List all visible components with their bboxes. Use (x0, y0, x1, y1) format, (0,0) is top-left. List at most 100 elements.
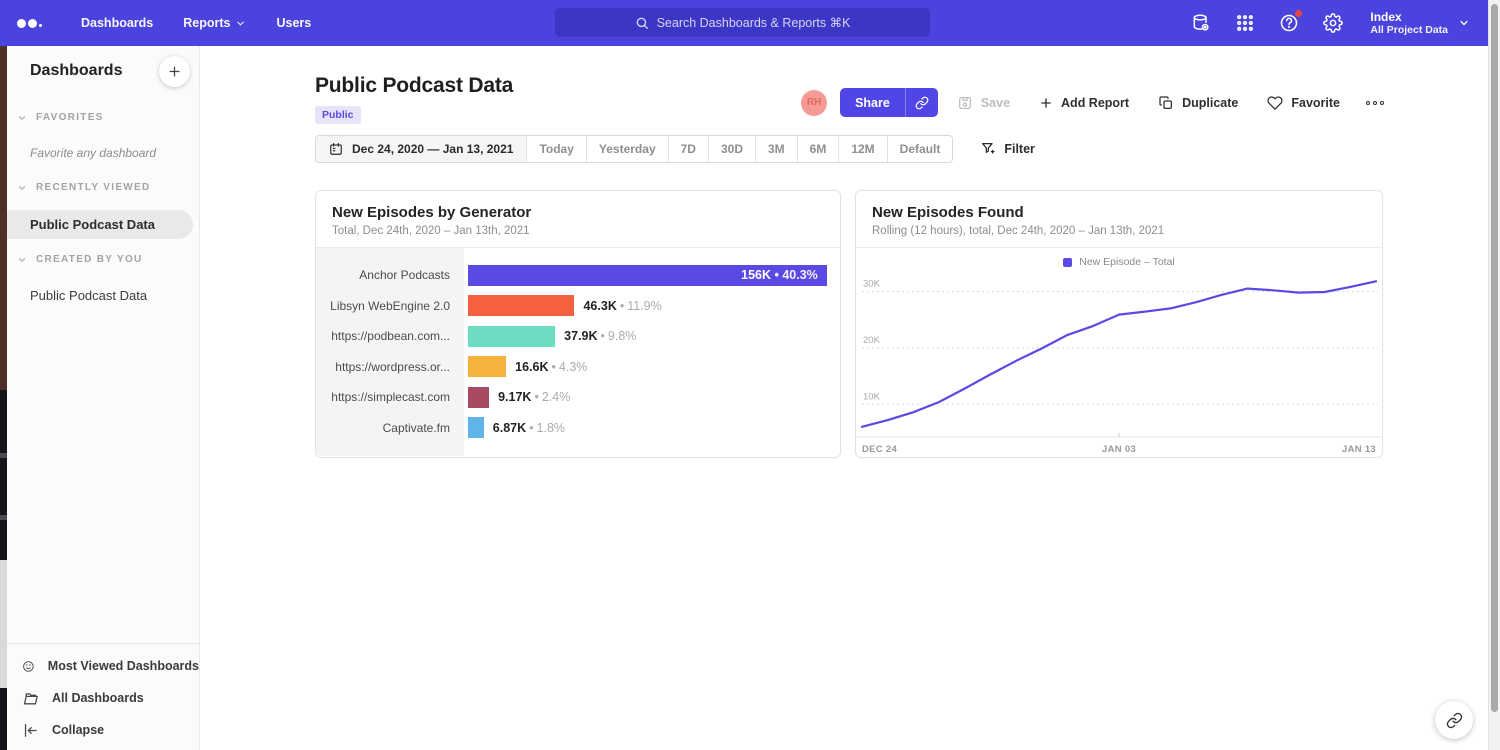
all-dashboards-button[interactable]: All Dashboards (7, 682, 199, 714)
section-favorites[interactable]: FAVORITES (7, 112, 199, 123)
sidebar-footer: Most Viewed Dashboards All Dashboards Co… (7, 643, 199, 746)
footer-item-label: Collapse (52, 723, 104, 737)
bar-track: 156K • 40.3% (464, 265, 840, 286)
date-range-picker[interactable]: Dec 24, 2020 — Jan 13, 2021 (316, 136, 526, 162)
smiley-icon (22, 658, 35, 675)
bar-category-label[interactable]: https://podbean.com... (316, 329, 464, 343)
svg-text:DEC 24: DEC 24 (862, 444, 897, 455)
help-icon[interactable] (1278, 12, 1300, 34)
bar-row: https://simplecast.com9.17K•2.4% (316, 382, 840, 413)
bar-category-label[interactable]: https://wordpress.or... (316, 360, 464, 374)
chevron-down-icon (17, 255, 27, 265)
bar-rows: Anchor Podcasts 156K • 40.3% Libsyn WebEng… (316, 260, 840, 443)
nav-item-dashboards[interactable]: Dashboards (81, 16, 153, 30)
bar-segment[interactable] (468, 356, 506, 377)
bar-category-label[interactable]: Libsyn WebEngine 2.0 (316, 299, 464, 313)
date-toolbar: Dec 24, 2020 — Jan 13, 2021 TodayYesterd… (315, 135, 1035, 163)
preset-yesterday[interactable]: Yesterday (586, 136, 668, 162)
card-header[interactable]: New Episodes by Generator Total, Dec 24t… (316, 191, 840, 248)
preset-today[interactable]: Today (526, 136, 585, 162)
notification-badge (1294, 9, 1303, 18)
preset-12m[interactable]: 12M (838, 136, 886, 162)
project-subtitle: All Project Data (1370, 24, 1448, 37)
project-selector[interactable]: Index All Project Data (1370, 10, 1470, 37)
scrollbar-thumb[interactable] (1491, 4, 1498, 712)
card-header[interactable]: New Episodes Found Rolling (12 hours), t… (856, 191, 1382, 248)
bar-value-label: 156K • 40.3% (741, 268, 827, 282)
add-dashboard-button[interactable] (159, 56, 190, 87)
link-icon (915, 96, 929, 110)
search-input[interactable]: Search Dashboards & Reports ⌘K (555, 8, 930, 37)
duplicate-icon (1158, 95, 1174, 111)
bar-category-label[interactable]: https://simplecast.com (316, 390, 464, 404)
bar-value-label: 46.3K•11.9% (583, 299, 661, 313)
bar-track: 16.6K•4.3% (464, 356, 840, 377)
share-link-button[interactable] (905, 88, 938, 117)
sidebar-item-public-podcast-data-selected[interactable]: Public Podcast Data (7, 210, 193, 239)
filter-button[interactable]: Filter (980, 141, 1035, 157)
more-options-button[interactable] (1366, 101, 1384, 105)
main-content: Public Podcast Data Public RH Share Save… (200, 46, 1488, 750)
chevron-down-icon (1458, 17, 1470, 29)
duplicate-button[interactable]: Duplicate (1158, 95, 1238, 111)
favorites-empty-hint: Favorite any dashboard (30, 146, 156, 160)
chart-legend[interactable]: New Episode – Total (856, 256, 1382, 268)
preset-6m[interactable]: 6M (797, 136, 839, 162)
bar-segment[interactable] (468, 387, 489, 408)
add-report-button[interactable]: Add Report (1039, 96, 1129, 110)
legend-swatch (1063, 258, 1072, 267)
calendar-icon (329, 142, 343, 156)
nav-item-users[interactable]: Users (276, 16, 311, 30)
bar-segment[interactable] (468, 295, 574, 316)
search-placeholder: Search Dashboards & Reports ⌘K (657, 15, 851, 30)
legend-label: New Episode – Total (1079, 256, 1175, 268)
amplitude-logo-icon[interactable] (17, 19, 51, 28)
sidebar-title: Dashboards (30, 62, 122, 80)
data-source-icon[interactable] (1190, 12, 1212, 34)
collapse-sidebar-button[interactable]: Collapse (7, 714, 199, 746)
chart-subtitle: Rolling (12 hours), total, Dec 24th, 202… (872, 225, 1366, 237)
apps-grid-icon[interactable] (1234, 12, 1256, 34)
preset-30d[interactable]: 30D (708, 136, 755, 162)
sidebar-item-public-podcast-data[interactable]: Public Podcast Data (30, 288, 147, 303)
preset-3m[interactable]: 3M (755, 136, 797, 162)
preset-7d[interactable]: 7D (668, 136, 708, 162)
line-chart-svg[interactable]: 10K20K30KDEC 24JAN 03JAN 13 (856, 270, 1382, 460)
link-icon (1446, 712, 1463, 729)
svg-text:30K: 30K (863, 278, 881, 289)
line-chart-body: New Episode – Total 10K20K30KDEC 24JAN 0… (856, 256, 1382, 460)
line-chart-card: New Episodes Found Rolling (12 hours), t… (855, 190, 1383, 458)
scrollbar-track (1488, 0, 1500, 750)
save-button[interactable]: Save (957, 95, 1010, 111)
svg-text:10K: 10K (863, 391, 881, 402)
svg-text:JAN 13: JAN 13 (1342, 444, 1376, 455)
bar-segment[interactable] (468, 417, 484, 438)
share-button[interactable]: Share (840, 88, 905, 117)
section-created-by-you[interactable]: CREATED BY YOU (7, 254, 199, 265)
most-viewed-dashboards-button[interactable]: Most Viewed Dashboards (7, 650, 199, 682)
nav-item-label: Dashboards (81, 16, 153, 30)
svg-text:20K: 20K (863, 335, 881, 346)
background-window-edge (0, 46, 7, 750)
public-badge: Public (315, 106, 361, 124)
bar-segment[interactable]: 156K • 40.3% (468, 265, 827, 286)
settings-gear-icon[interactable] (1322, 12, 1344, 34)
bar-track: 37.9K•9.8% (464, 326, 840, 347)
bar-category-label[interactable]: Anchor Podcasts (316, 268, 464, 282)
copy-link-fab[interactable] (1435, 701, 1473, 739)
header-actions: RH Share Save Add Report Duplicate (801, 88, 1384, 117)
avatar[interactable]: RH (801, 90, 827, 116)
share-label: Share (855, 96, 890, 110)
folder-icon (22, 690, 39, 707)
section-recently-viewed[interactable]: RECENTLY VIEWED (7, 182, 199, 193)
section-label: CREATED BY YOU (36, 254, 143, 265)
nav-item-reports[interactable]: Reports (183, 16, 246, 30)
add-report-label: Add Report (1061, 96, 1129, 110)
bar-segment[interactable] (468, 326, 555, 347)
chart-title: New Episodes by Generator (332, 204, 824, 221)
favorite-button[interactable]: Favorite (1267, 95, 1340, 111)
bar-category-label[interactable]: Captivate.fm (316, 421, 464, 435)
heart-icon (1267, 95, 1283, 111)
preset-default[interactable]: Default (887, 136, 953, 162)
page-title: Public Podcast Data (315, 74, 513, 98)
